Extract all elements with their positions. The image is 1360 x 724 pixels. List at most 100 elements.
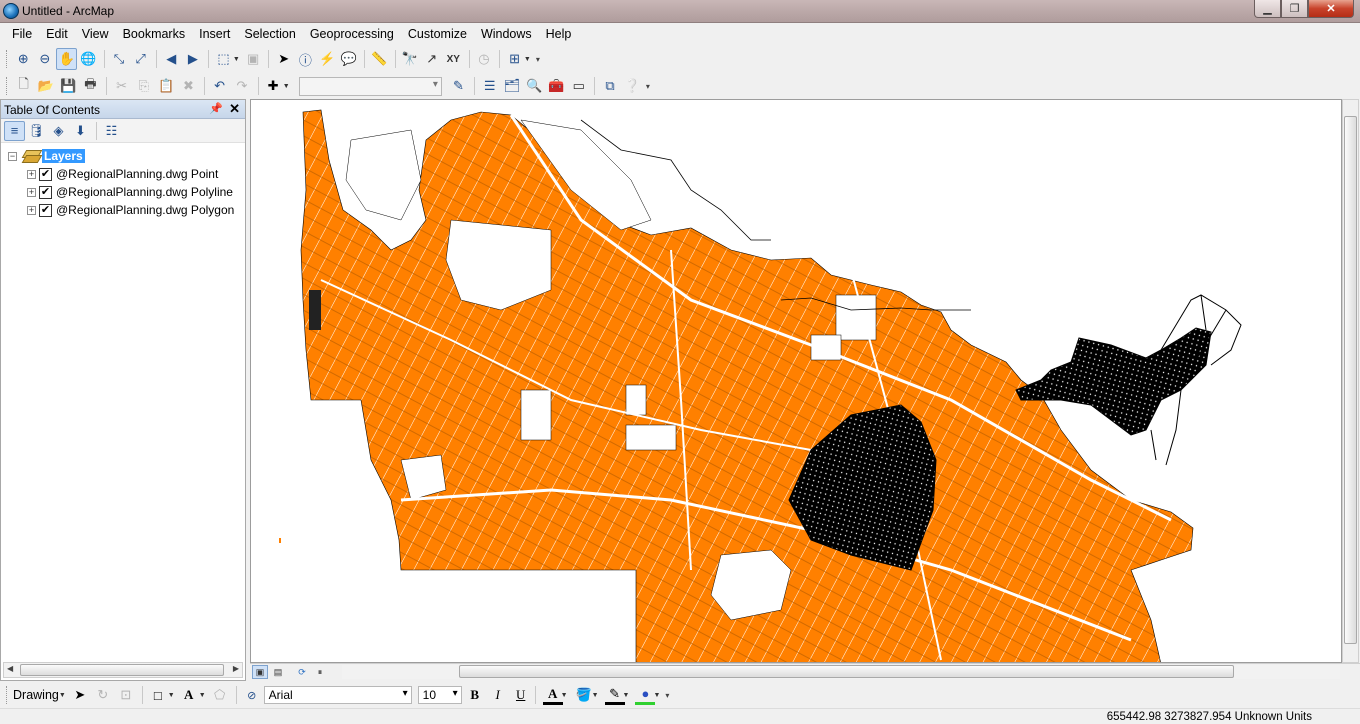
html-popup-icon[interactable]: 💬 bbox=[338, 48, 359, 70]
toc-horizontal-scrollbar[interactable]: ◀ ▶ bbox=[3, 662, 243, 678]
pan-icon[interactable]: ✋ bbox=[56, 48, 78, 70]
open-folder-icon[interactable]: 📂 bbox=[35, 75, 56, 97]
chevron-down-icon[interactable]: ▼ bbox=[233, 56, 240, 63]
find-icon[interactable]: 🔭 bbox=[400, 48, 421, 70]
map-scale-combo[interactable] bbox=[298, 76, 442, 96]
pin-icon[interactable]: 📌 bbox=[209, 102, 223, 115]
fixed-zoom-in-icon[interactable]: ⤡ bbox=[109, 48, 130, 70]
toolbar-options-icon[interactable]: ▾ bbox=[536, 55, 540, 64]
bold-button[interactable]: B bbox=[465, 685, 485, 705]
identify-icon[interactable]: ⓘ bbox=[295, 48, 316, 70]
zoom-in-icon[interactable]: ⊕ bbox=[13, 48, 34, 70]
menu-view[interactable]: View bbox=[75, 25, 116, 43]
new-document-icon[interactable]: 🗋 bbox=[13, 75, 34, 97]
measure-icon[interactable]: 📏 bbox=[369, 48, 390, 70]
go-to-xy-icon[interactable]: XY bbox=[443, 48, 464, 70]
model-builder-icon[interactable]: ⧉ bbox=[599, 75, 620, 97]
list-by-selection-icon[interactable]: ⬇ bbox=[70, 121, 91, 141]
expand-icon[interactable]: + bbox=[27, 169, 36, 179]
menu-edit[interactable]: Edit bbox=[39, 25, 75, 43]
hyperlink-icon[interactable]: ⚡ bbox=[317, 48, 338, 70]
layer-row-point[interactable]: + ✔ @RegionalPlanning.dwg Point bbox=[1, 165, 245, 183]
toolbar-grip[interactable] bbox=[6, 686, 9, 704]
underline-button[interactable]: U bbox=[511, 685, 531, 705]
toc-options-icon[interactable]: ☷ bbox=[101, 121, 122, 141]
layer-checkbox[interactable]: ✔ bbox=[39, 203, 52, 217]
table-of-contents-icon[interactable]: ☰ bbox=[479, 75, 500, 97]
chevron-down-icon[interactable]: ▼ bbox=[623, 692, 630, 699]
chevron-down-icon[interactable]: ▼ bbox=[283, 83, 290, 90]
toolbar-options-icon[interactable]: ▾ bbox=[646, 82, 650, 91]
redo-icon[interactable]: ↷ bbox=[231, 75, 252, 97]
rectangle-icon[interactable]: □ bbox=[147, 684, 169, 706]
toolbar-grip[interactable] bbox=[6, 50, 9, 68]
time-slider-icon[interactable]: ◷ bbox=[474, 48, 495, 70]
layer-label[interactable]: @RegionalPlanning.dwg Point bbox=[56, 167, 218, 181]
edit-vertices-icon[interactable]: ⬠ bbox=[209, 684, 231, 706]
python-window-icon[interactable]: ▭ bbox=[568, 75, 589, 97]
data-frame-label[interactable]: Layers bbox=[42, 149, 85, 163]
data-frame-row[interactable]: − Layers bbox=[1, 147, 245, 165]
layer-row-polyline[interactable]: + ✔ @RegionalPlanning.dwg Polyline bbox=[1, 183, 245, 201]
expand-icon[interactable]: + bbox=[27, 187, 36, 197]
expand-icon[interactable]: + bbox=[27, 205, 36, 215]
cut-icon[interactable]: ✂ bbox=[111, 75, 132, 97]
line-color-icon[interactable]: ✎ bbox=[604, 685, 625, 705]
select-elements-icon[interactable]: ➤ bbox=[69, 684, 91, 706]
toolbar-grip[interactable] bbox=[6, 77, 9, 95]
select-elements-icon[interactable]: ➤ bbox=[273, 48, 294, 70]
arctoolbox-icon[interactable]: 🧰 bbox=[546, 75, 567, 97]
maximize-button[interactable]: ❐ bbox=[1281, 0, 1308, 18]
print-icon[interactable]: 🖶 bbox=[80, 75, 101, 97]
chevron-down-icon[interactable]: ▼ bbox=[653, 692, 660, 699]
scrollbar-thumb[interactable] bbox=[1344, 116, 1357, 644]
chevron-down-icon[interactable]: ▼ bbox=[561, 692, 568, 699]
find-route-icon[interactable]: ↗ bbox=[421, 48, 442, 70]
zoom-out-icon[interactable]: ⊖ bbox=[35, 48, 56, 70]
scroll-right-icon[interactable]: ▶ bbox=[233, 664, 239, 673]
data-view-icon[interactable]: ▣ bbox=[252, 665, 268, 679]
catalog-window-icon[interactable]: 🗂 bbox=[501, 75, 522, 97]
font-size-select[interactable]: 10 bbox=[417, 686, 462, 704]
minimize-button[interactable]: ▁ bbox=[1254, 0, 1281, 18]
drawing-menu[interactable]: Drawing bbox=[13, 688, 59, 702]
marker-color-icon[interactable]: ● bbox=[635, 685, 656, 705]
pause-drawing-icon[interactable]: ⏸ bbox=[312, 665, 328, 679]
menu-bookmarks[interactable]: Bookmarks bbox=[116, 25, 193, 43]
delete-icon[interactable]: ✖ bbox=[178, 75, 199, 97]
clear-selection-icon[interactable]: ▣ bbox=[243, 48, 264, 70]
font-color-button[interactable]: A bbox=[542, 685, 563, 705]
chevron-down-icon[interactable]: ▼ bbox=[524, 56, 531, 63]
chevron-down-icon[interactable]: ▼ bbox=[59, 692, 66, 699]
add-data-icon[interactable]: ✚ bbox=[263, 75, 284, 97]
layer-checkbox[interactable]: ✔ bbox=[39, 167, 52, 181]
italic-button[interactable]: I bbox=[488, 685, 508, 705]
refresh-icon[interactable]: ⟳ bbox=[294, 665, 310, 679]
map-horizontal-scrollbar[interactable] bbox=[342, 665, 1340, 679]
full-extent-icon[interactable]: 🌐 bbox=[78, 48, 99, 70]
list-by-visibility-icon[interactable]: ◈ bbox=[48, 121, 69, 141]
undo-icon[interactable]: ↶ bbox=[209, 75, 230, 97]
arcmap-globe-icon[interactable] bbox=[3, 3, 19, 19]
menu-geoprocessing[interactable]: Geoprocessing bbox=[303, 25, 401, 43]
close-button[interactable]: ✕ bbox=[1308, 0, 1354, 18]
toolbar-options-icon[interactable]: ▾ bbox=[665, 691, 669, 700]
menu-selection[interactable]: Selection bbox=[237, 25, 302, 43]
map-vertical-scrollbar[interactable] bbox=[1342, 99, 1359, 663]
menu-help[interactable]: Help bbox=[539, 25, 579, 43]
editor-toolbar-icon[interactable]: ✎ bbox=[448, 75, 469, 97]
font-select[interactable]: Arial bbox=[263, 686, 412, 704]
back-extent-icon[interactable]: ◀ bbox=[161, 48, 182, 70]
paste-icon[interactable]: 📋 bbox=[156, 75, 177, 97]
copy-icon[interactable]: ⎘ bbox=[133, 75, 154, 97]
close-icon[interactable]: ✕ bbox=[229, 101, 240, 117]
forward-extent-icon[interactable]: ▶ bbox=[183, 48, 204, 70]
menu-file[interactable]: File bbox=[5, 25, 39, 43]
collapse-icon[interactable]: − bbox=[8, 151, 17, 161]
select-features-icon[interactable]: ⬚ bbox=[213, 48, 234, 70]
map-display[interactable] bbox=[250, 99, 1342, 663]
layer-label[interactable]: @RegionalPlanning.dwg Polygon bbox=[56, 203, 234, 217]
zoom-to-elements-icon[interactable]: ⊡ bbox=[115, 684, 137, 706]
chevron-down-icon[interactable]: ▼ bbox=[168, 692, 175, 699]
menu-windows[interactable]: Windows bbox=[474, 25, 539, 43]
